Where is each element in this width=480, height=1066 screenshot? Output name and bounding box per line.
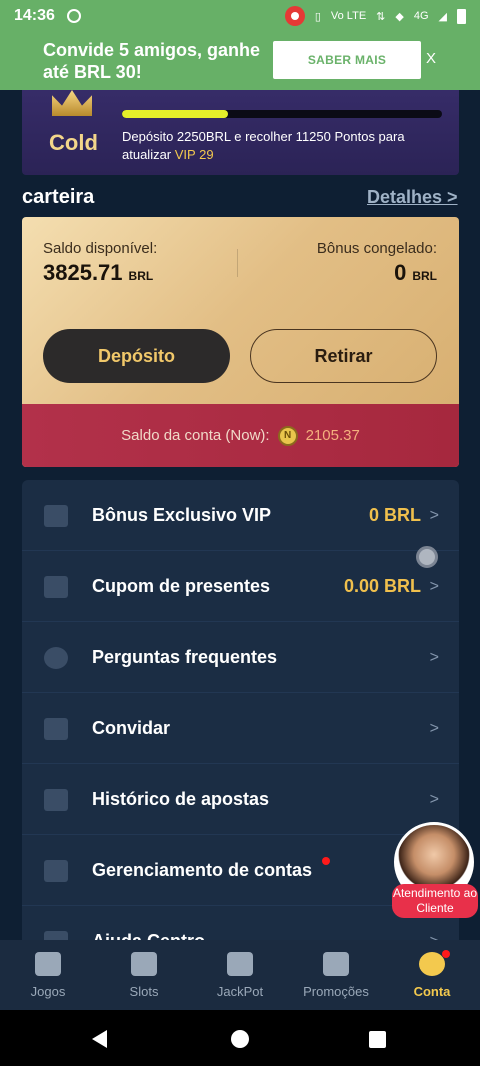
volte-icon: Vo LTE [330,10,367,22]
menu-item-label: Convidar [92,718,171,738]
balance-divider [237,249,238,277]
frozen-bonus-amount: 0 [394,260,407,285]
gamepad-icon [131,952,157,976]
flag-icon [323,952,349,976]
gift-icon [44,504,68,527]
users-icon [44,717,68,740]
account-smile-icon [419,952,445,976]
menu-item-label: Histórico de apostas [92,789,270,809]
edit-document-icon [44,788,68,811]
battery-icon [457,8,466,24]
support-label: Atendimento ao Cliente [392,884,478,918]
ticket-icon [44,575,68,598]
available-balance-currency: BRL [128,269,154,283]
recents-icon[interactable] [369,1031,386,1048]
menu-item-label: Cupom de presentes [92,576,271,596]
data-arrows-icon: ⇅ [376,10,386,23]
nav-label: Promoções [303,984,369,999]
home-button-icon[interactable] [231,1030,249,1048]
promo-banner: Convide 5 amigos, ganhe até BRL 30! SABE… [0,32,480,90]
menu-item-label: Ajuda Centro [92,931,205,940]
vip-desc-text: Depósito 2250BRL e recolher 11250 Pontos… [122,129,405,162]
promo-text: Convide 5 amigos, ganhe até BRL 30! [43,40,261,82]
floating-touch-indicator[interactable] [416,546,438,568]
nav-label: JackPot [216,984,264,999]
chevron-right-icon: > [430,933,439,941]
frozen-bonus-label: Bônus congelado: [316,240,437,257]
available-balance-amount: 3825.71 [43,260,123,285]
system-navigation-bar [0,1010,480,1066]
nav-label: Conta [413,984,451,999]
trophy-icon [227,952,253,976]
close-icon[interactable]: X [426,50,436,67]
coin-icon: N [277,425,298,446]
cast-icon [66,9,81,23]
account-balance-label: Saldo da conta (Now): [121,427,270,444]
wallet-details-link[interactable]: Detalhes > [367,187,458,208]
deposit-button[interactable]: Depósito [43,329,230,383]
menu-item-invite[interactable]: Convidar > [22,693,459,764]
vip-progress-fill [122,110,228,118]
vip-tier: Cold [49,130,98,155]
account-balance-bar: Saldo da conta (Now): N 2105.37 [22,404,459,467]
status-time: 14:36 [14,7,55,24]
crown-icon [52,90,92,116]
menu-item-faq[interactable]: Perguntas frequentes > [22,622,459,693]
menu-item-label: Bônus Exclusivo VIP [92,505,272,525]
menu-item-value: 0.00 BRL [343,576,421,596]
nav-promotions[interactable]: Promoções [288,940,384,1010]
nav-label: Slots [129,984,159,999]
notification-dot [322,857,330,865]
account-balance-value: 2105.37 [305,427,360,444]
notification-dot [442,950,450,958]
nav-label: Jogos [30,984,66,999]
customer-support-button[interactable]: Atendimento ao Cliente [392,822,478,918]
status-bar: 14:36 ▯ Vo LTE ⇅ ◆ 4G ◢ [0,0,480,32]
wifi-icon: ◆ [395,10,404,23]
chevron-right-icon: > [429,648,439,666]
back-icon[interactable] [92,1030,107,1048]
chevron-right-icon: > [429,577,439,595]
vip-description: Depósito 2250BRL e recolher 11250 Pontos… [122,128,422,164]
vip-next-level: VIP 29 [174,147,214,162]
available-balance-label: Saldo disponível: [43,240,158,257]
menu-item-label: Gerenciamento de contas [92,860,313,880]
nav-account[interactable]: Conta [384,940,480,1010]
chevron-right-icon: > [429,506,439,524]
user-list-icon [44,859,68,882]
menu-item-gift-coupon[interactable]: Cupom de presentes 0.00 BRL > [22,551,459,622]
question-icon [44,646,68,669]
chevron-right-icon: > [429,719,439,737]
network-type: 4G [413,10,429,22]
menu-item-label: Perguntas frequentes [92,647,278,667]
nav-jackpot[interactable]: JackPot [192,940,288,1010]
menu-item-value: 0 BRL [368,505,421,525]
vip-progress-bar [122,110,442,118]
nav-slots[interactable]: Slots [96,940,192,1010]
vibrate-icon: ▯ [314,10,321,23]
wallet-card: Saldo disponível: 3825.71 BRL Bônus conge… [22,217,459,467]
wallet-title: carteira [22,186,95,208]
chevron-right-icon: > [429,790,439,808]
frozen-bonus-value: 0 BRL [394,260,437,286]
withdraw-button[interactable]: Retirar [250,329,437,383]
bottom-navigation: Jogos Slots JackPot Promoções Conta [0,940,480,1010]
nav-games[interactable]: Jogos [0,940,96,1010]
help-center-icon [44,930,68,940]
learn-more-button[interactable]: SABER MAIS [273,41,421,79]
menu-item-vip-bonus[interactable]: Bônus Exclusivo VIP 0 BRL > [22,480,459,551]
record-icon [284,6,305,26]
available-balance-value: 3825.71 BRL [43,260,153,286]
signal-icon: ◢ [438,10,447,23]
home-icon [35,952,61,976]
frozen-bonus-currency: BRL [412,269,437,283]
